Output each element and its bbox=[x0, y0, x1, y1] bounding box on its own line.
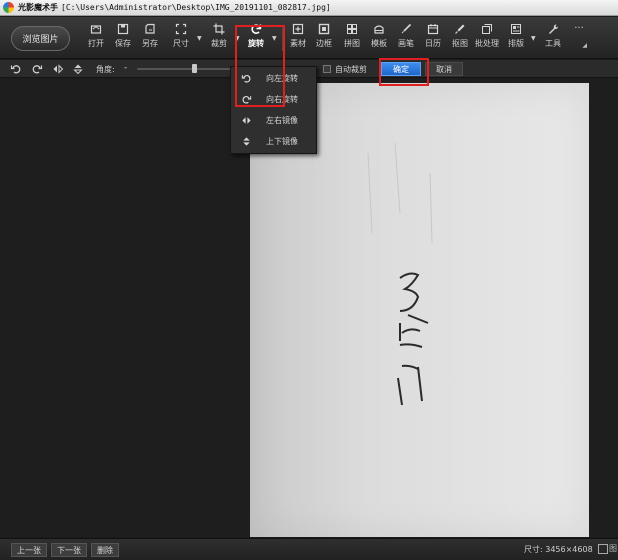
menu-item-flip-vertical[interactable]: 上下镜像 bbox=[231, 131, 316, 152]
material-button[interactable]: 素材 bbox=[285, 23, 311, 55]
save-as-icon bbox=[145, 23, 155, 34]
delete-button[interactable]: 删除 bbox=[91, 543, 119, 557]
batch-button[interactable]: 批处理 bbox=[474, 23, 500, 55]
calendar-button[interactable]: 日历 bbox=[420, 23, 446, 55]
status-bar: 上一张 下一张 删除 尺寸: 3456×4608 图 bbox=[0, 538, 618, 560]
template-label: 模板 bbox=[371, 39, 387, 48]
rotate-left-icon[interactable] bbox=[10, 63, 22, 75]
rotate-right-icon[interactable] bbox=[31, 63, 43, 75]
flip-horizontal-icon[interactable] bbox=[52, 63, 64, 75]
image-size-text: 尺寸: 3456×4608 bbox=[524, 545, 593, 554]
save-button[interactable]: 保存 bbox=[110, 23, 136, 55]
save-as-button[interactable]: 另存 bbox=[137, 23, 163, 55]
image-info-label: 图 bbox=[609, 544, 617, 553]
tools-button[interactable]: 工具 bbox=[540, 23, 566, 55]
material-label: 素材 bbox=[290, 39, 306, 48]
flip-horizontal-icon bbox=[242, 117, 251, 124]
window-title: 光影魔术手 [C:\Users\Administrator\Desktop\IMG… bbox=[18, 2, 331, 13]
brush-label: 画笔 bbox=[398, 39, 414, 48]
file-path: [C:\Users\Administrator\Desktop\IMG_2019… bbox=[61, 3, 331, 12]
collage-button[interactable]: 拼图 bbox=[339, 23, 365, 55]
more-button[interactable]: ··· bbox=[566, 23, 592, 55]
menu-item-flip-horizontal[interactable]: 左右镜像 bbox=[231, 110, 316, 131]
material-icon bbox=[292, 23, 304, 35]
autocrop-label: 自动裁剪 bbox=[335, 65, 367, 74]
rotate-highlight-box bbox=[235, 25, 285, 107]
flip-vertical-icon[interactable] bbox=[72, 63, 84, 75]
collage-icon bbox=[347, 24, 357, 34]
menu-item-label: 上下镜像 bbox=[266, 137, 298, 146]
folder-open-icon bbox=[90, 25, 102, 34]
more-icon: ··· bbox=[574, 23, 584, 34]
angle-minus: - bbox=[124, 63, 128, 73]
open-button[interactable]: 打开 bbox=[83, 23, 109, 55]
open-label: 打开 bbox=[88, 39, 104, 48]
collage-label: 拼图 bbox=[344, 39, 360, 48]
menu-item-label: 左右镜像 bbox=[266, 116, 298, 125]
layout-dropdown-icon[interactable]: ▼ bbox=[531, 36, 537, 42]
save-as-label: 另存 bbox=[142, 39, 158, 48]
crop-label: 裁剪 bbox=[211, 39, 227, 48]
image-info-icon[interactable] bbox=[598, 544, 608, 554]
calendar-label: 日历 bbox=[425, 39, 441, 48]
previous-image-button[interactable]: 上一张 bbox=[11, 543, 47, 557]
batch-label: 批处理 bbox=[475, 39, 499, 48]
tools-label: 工具 bbox=[545, 39, 561, 48]
border-label: 边框 bbox=[316, 39, 332, 48]
cutout-icon bbox=[455, 24, 465, 34]
autocrop-checkbox[interactable] bbox=[323, 65, 331, 73]
size-button[interactable]: 尺寸 bbox=[168, 23, 194, 55]
crop-icon bbox=[213, 23, 225, 35]
brush-icon bbox=[401, 23, 412, 34]
save-icon bbox=[117, 23, 129, 35]
next-image-button[interactable]: 下一张 bbox=[51, 543, 87, 557]
size-dropdown-icon[interactable]: ▼ bbox=[197, 36, 203, 42]
wrench-icon bbox=[549, 24, 559, 34]
size-label: 尺寸 bbox=[173, 39, 189, 48]
browse-images-button[interactable]: 浏览图片 bbox=[11, 26, 70, 51]
toolbar-corner-icon[interactable]: ◢ bbox=[582, 42, 587, 49]
title-bar: 光影魔术手 [C:\Users\Administrator\Desktop\IMG… bbox=[0, 0, 618, 16]
batch-icon bbox=[482, 24, 492, 34]
flip-vertical-icon bbox=[243, 137, 250, 146]
calendar-icon bbox=[427, 24, 439, 35]
app-name: 光影魔术手 bbox=[18, 3, 58, 12]
template-button[interactable]: 模板 bbox=[366, 23, 392, 55]
cutout-button[interactable]: 抠图 bbox=[447, 23, 473, 55]
resize-icon bbox=[175, 23, 187, 35]
template-icon bbox=[374, 25, 384, 34]
confirm-highlight-box bbox=[379, 58, 429, 86]
angle-label: 角度: bbox=[96, 65, 115, 74]
layout-label: 排版 bbox=[508, 39, 524, 48]
border-button[interactable]: 边框 bbox=[311, 23, 337, 55]
angle-slider-thumb[interactable] bbox=[191, 64, 197, 73]
main-toolbar: 浏览图片 打开 保存 另存 尺寸 ▼ 裁剪 ▼ 旋转 ▼ 素材 边框 拼图 模板 bbox=[0, 17, 618, 59]
brush-button[interactable]: 画笔 bbox=[393, 23, 419, 55]
layout-button[interactable]: 排版 bbox=[503, 23, 529, 55]
layout-icon bbox=[511, 24, 521, 34]
crop-button[interactable]: 裁剪 bbox=[206, 23, 232, 55]
cutout-label: 抠图 bbox=[452, 39, 468, 48]
border-icon bbox=[318, 23, 330, 35]
cancel-button[interactable]: 取消 bbox=[425, 62, 463, 76]
save-label: 保存 bbox=[115, 39, 131, 48]
app-logo-icon bbox=[3, 2, 14, 13]
